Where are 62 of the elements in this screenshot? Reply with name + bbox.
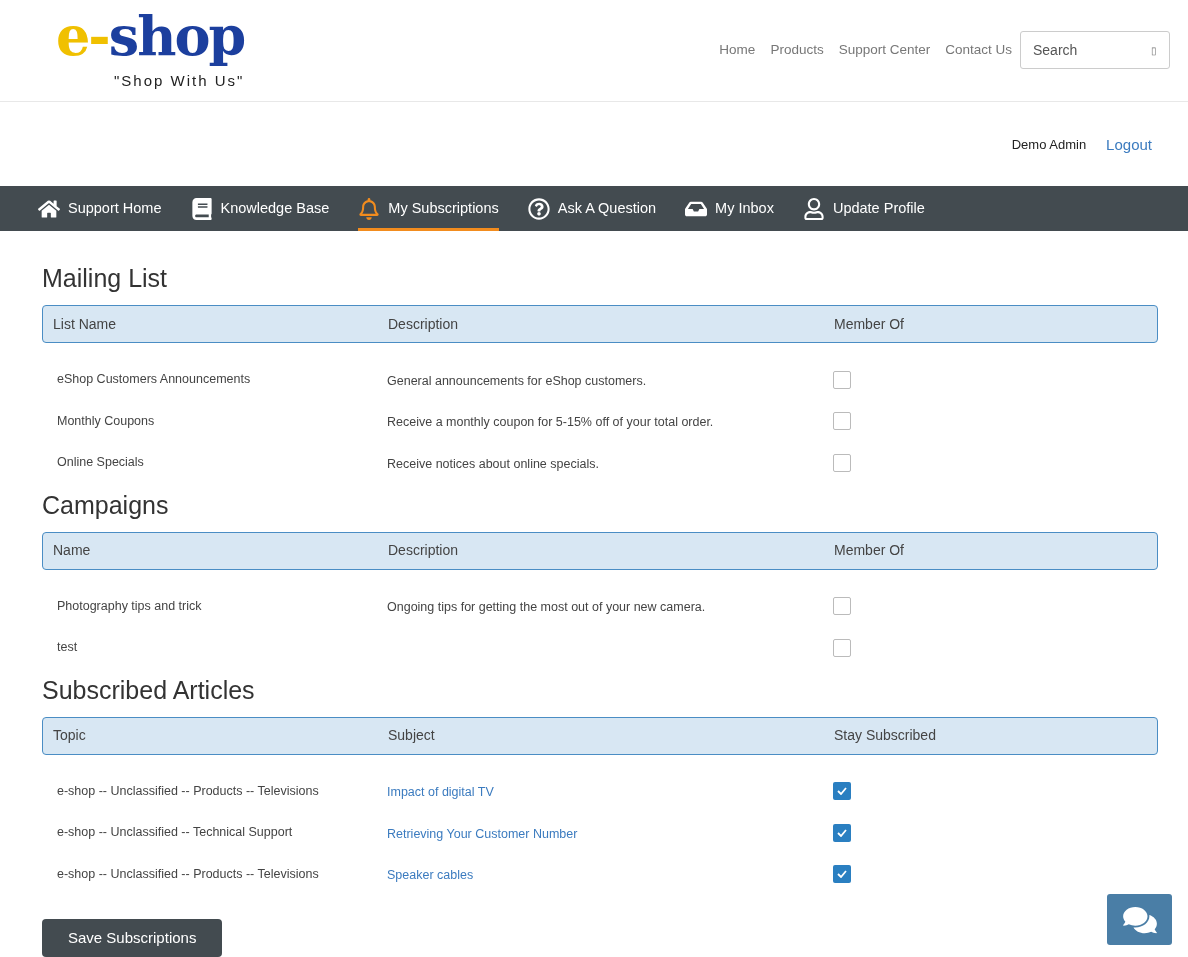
table-cell-text: e-shop -- Unclassified -- Technical Support xyxy=(56,824,294,842)
article-link[interactable]: Impact of digital TV xyxy=(387,785,494,800)
search-field[interactable]: Search ▯ xyxy=(1020,31,1170,69)
column-header: Stay Subscribed xyxy=(834,726,937,745)
nav-tab[interactable]: Support Home xyxy=(38,186,162,231)
checkbox[interactable] xyxy=(833,453,851,472)
nav-link[interactable]: Contact Us xyxy=(945,39,1012,61)
checkbox[interactable] xyxy=(833,370,851,389)
user-icon xyxy=(802,197,825,220)
table-cell-text: test xyxy=(56,639,79,657)
chat-button[interactable] xyxy=(1107,894,1172,945)
user-name: Demo Admin xyxy=(1011,136,1087,155)
chat-icon xyxy=(1122,904,1157,935)
column-header: Member Of xyxy=(834,314,905,334)
column-header: Name xyxy=(52,541,92,560)
home-icon xyxy=(38,197,60,220)
checkmark-icon xyxy=(837,870,847,879)
search-button[interactable]: ▯ xyxy=(1151,42,1157,58)
checkbox[interactable] xyxy=(833,865,851,884)
checkbox[interactable] xyxy=(833,823,851,842)
checkmark-icon xyxy=(837,787,847,796)
article-link[interactable]: Speaker cables xyxy=(387,868,474,883)
nav-tab[interactable]: My Inbox xyxy=(685,186,774,231)
column-header: Member Of xyxy=(834,541,905,560)
nav-tab[interactable]: Knowledge Base xyxy=(190,186,330,231)
table-cell-text: e-shop -- Unclassified -- Products -- Televisions xyxy=(56,782,320,800)
table-cell: Receive notices about online specials. xyxy=(387,456,599,471)
article-link[interactable]: Retrieving Your Customer Number xyxy=(387,826,578,841)
bell-icon xyxy=(358,197,381,220)
table-cell-text: Online Specials xyxy=(56,454,145,472)
column-header: Description xyxy=(388,541,460,560)
section-title: Subscribed Articles xyxy=(42,674,256,705)
logout-link[interactable]: Logout xyxy=(1106,133,1152,157)
table-cell-text: e-shop -- Unclassified -- Products -- Televisions xyxy=(56,865,320,883)
checkbox[interactable] xyxy=(833,412,851,431)
table-cell: Receive a monthly coupon for 5-15% off of your total order. xyxy=(387,415,714,430)
logo-tagline: "Shop With Us" xyxy=(114,71,245,91)
table-cell-text: Photography tips and trick xyxy=(56,597,203,615)
table-cell: General announcements for eShop customers. xyxy=(387,373,647,388)
question-icon xyxy=(527,197,550,220)
book-icon xyxy=(190,197,213,220)
section-title: Mailing List xyxy=(42,263,169,293)
checkmark-icon xyxy=(837,828,847,837)
table-cell-text: Monthly Coupons xyxy=(56,412,156,430)
section-title: Campaigns xyxy=(42,489,170,520)
nav-tab[interactable]: My Subscriptions xyxy=(358,186,499,231)
nav-link[interactable]: Home xyxy=(719,39,756,61)
logo[interactable]: e-shop xyxy=(56,2,245,70)
checkbox[interactable] xyxy=(833,782,851,801)
table-cell-text: eShop Customers Announcements xyxy=(56,371,252,389)
column-header: Description xyxy=(388,314,460,334)
nav-tab[interactable]: Update Profile xyxy=(802,186,925,231)
checkbox[interactable] xyxy=(833,597,851,616)
column-header: Topic xyxy=(52,726,87,745)
table-cell: Ongoing tips for getting the most out of your new camera. xyxy=(387,600,706,615)
checkbox[interactable] xyxy=(833,638,851,657)
nav-link[interactable]: Products xyxy=(770,39,824,61)
nav-tab[interactable]: Ask A Question xyxy=(527,186,657,231)
column-header: List Name xyxy=(52,314,118,334)
save-button[interactable]: Save Subscriptions xyxy=(42,919,223,957)
column-header: Subject xyxy=(388,726,436,745)
nav-link[interactable]: Support Center xyxy=(838,39,931,61)
